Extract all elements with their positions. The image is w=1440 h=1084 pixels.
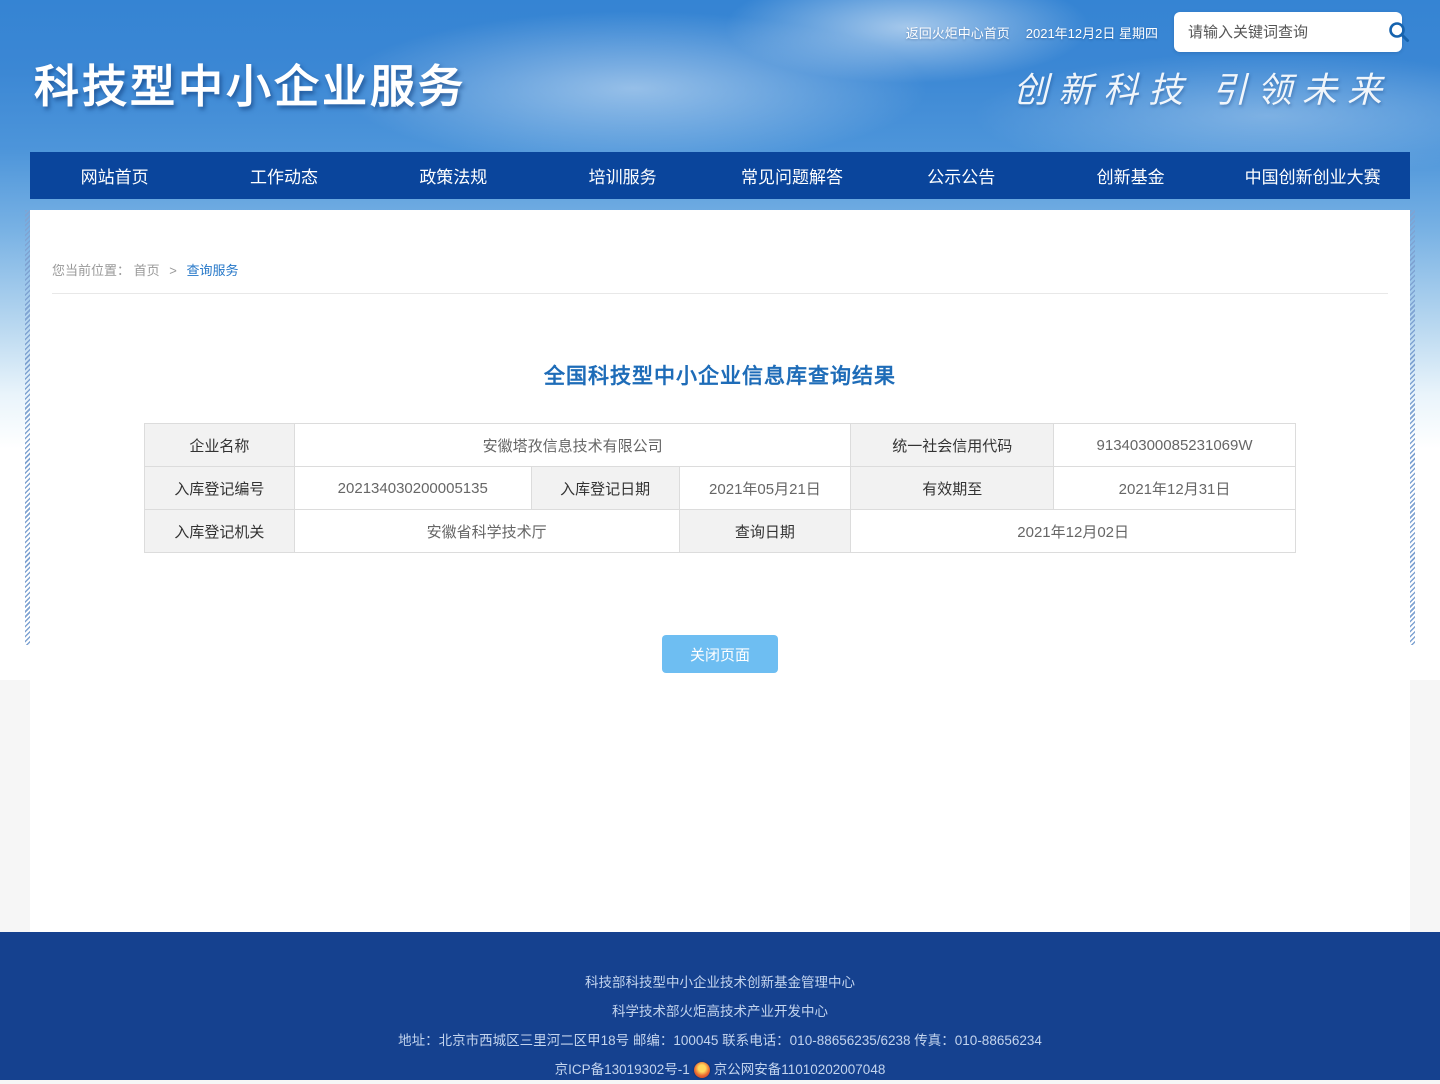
police-badge-icon	[694, 1062, 710, 1078]
label-query-date: 查询日期	[679, 510, 851, 553]
slogan-text: 创新科技 引领未来	[1013, 62, 1392, 113]
search-input[interactable]	[1188, 24, 1387, 41]
page-header: 科技型中小企业服务 创新科技 引领未来 返回火炬中心首页 2021年12月2日 …	[0, 0, 1440, 152]
main-navigation: 网站首页 工作动态 政策法规 培训服务 常见问题解答 公示公告 创新基金 中国创…	[30, 152, 1410, 199]
page-footer: 科技部科技型中小企业技术创新基金管理中心 科学技术部火炬高技术产业开发中心 地址…	[0, 932, 1440, 1080]
breadcrumb-prefix: 您当前位置：	[52, 263, 130, 278]
value-query-date: 2021年12月02日	[851, 510, 1296, 553]
label-registration-date: 入库登记日期	[531, 467, 679, 510]
footer-org-line-2: 科学技术部火炬高技术产业开发中心	[0, 997, 1440, 1026]
footer-contact-line: 地址：北京市西城区三里河二区甲18号 邮编：100045 联系电话：010-88…	[0, 1026, 1440, 1055]
query-result-table: 企业名称 安徽塔孜信息技术有限公司 统一社会信用代码 9134030008523…	[144, 423, 1296, 553]
return-torch-center-link[interactable]: 返回火炬中心首页	[906, 23, 1010, 42]
label-company-name: 企业名称	[145, 424, 295, 467]
table-row: 入库登记机关 安徽省科学技术厅 查询日期 2021年12月02日	[145, 510, 1296, 553]
value-registration-number: 202134030200005135	[294, 467, 531, 510]
search-icon[interactable]	[1387, 19, 1411, 45]
nav-item-faq[interactable]: 常见问题解答	[707, 163, 876, 188]
value-valid-until: 2021年12月31日	[1054, 467, 1296, 510]
content-card: 您当前位置： 首页 > 查询服务 全国科技型中小企业信息库查询结果 企业名称 安…	[30, 210, 1410, 932]
nav-item-policies[interactable]: 政策法规	[369, 163, 538, 188]
table-row: 企业名称 安徽塔孜信息技术有限公司 统一社会信用代码 9134030008523…	[145, 424, 1296, 467]
current-date: 2021年12月2日 星期四	[1026, 23, 1158, 42]
nav-item-announcements[interactable]: 公示公告	[877, 163, 1046, 188]
search-box	[1174, 12, 1402, 52]
label-registration-number: 入库登记编号	[145, 467, 295, 510]
nav-item-innovation-competition[interactable]: 中国创新创业大赛	[1215, 163, 1410, 188]
breadcrumb: 您当前位置： 首页 > 查询服务	[52, 210, 1388, 294]
value-credit-code: 91340300085231069W	[1054, 424, 1296, 467]
value-registration-date: 2021年05月21日	[679, 467, 851, 510]
nav-item-home[interactable]: 网站首页	[30, 163, 199, 188]
site-title: 科技型中小企业服务	[34, 50, 466, 115]
value-company-name: 安徽塔孜信息技术有限公司	[294, 424, 851, 467]
label-valid-until: 有效期至	[851, 467, 1054, 510]
label-credit-code: 统一社会信用代码	[851, 424, 1054, 467]
page-title: 全国科技型中小企业信息库查询结果	[30, 360, 1410, 390]
breadcrumb-separator: >	[169, 263, 177, 278]
nav-item-training[interactable]: 培训服务	[538, 163, 707, 188]
table-row: 入库登记编号 202134030200005135 入库登记日期 2021年05…	[145, 467, 1296, 510]
value-registration-authority: 安徽省科学技术厅	[294, 510, 679, 553]
nav-item-innovation-fund[interactable]: 创新基金	[1046, 163, 1215, 188]
close-page-button[interactable]: 关闭页面	[662, 635, 778, 673]
label-registration-authority: 入库登记机关	[145, 510, 295, 553]
breadcrumb-home-link[interactable]: 首页	[134, 263, 160, 278]
footer-org-line-1: 科技部科技型中小企业技术创新基金管理中心	[0, 968, 1440, 997]
header-top-bar: 返回火炬中心首页 2021年12月2日 星期四	[906, 12, 1402, 52]
breadcrumb-current-link[interactable]: 查询服务	[187, 263, 239, 278]
nav-item-work-news[interactable]: 工作动态	[199, 163, 368, 188]
